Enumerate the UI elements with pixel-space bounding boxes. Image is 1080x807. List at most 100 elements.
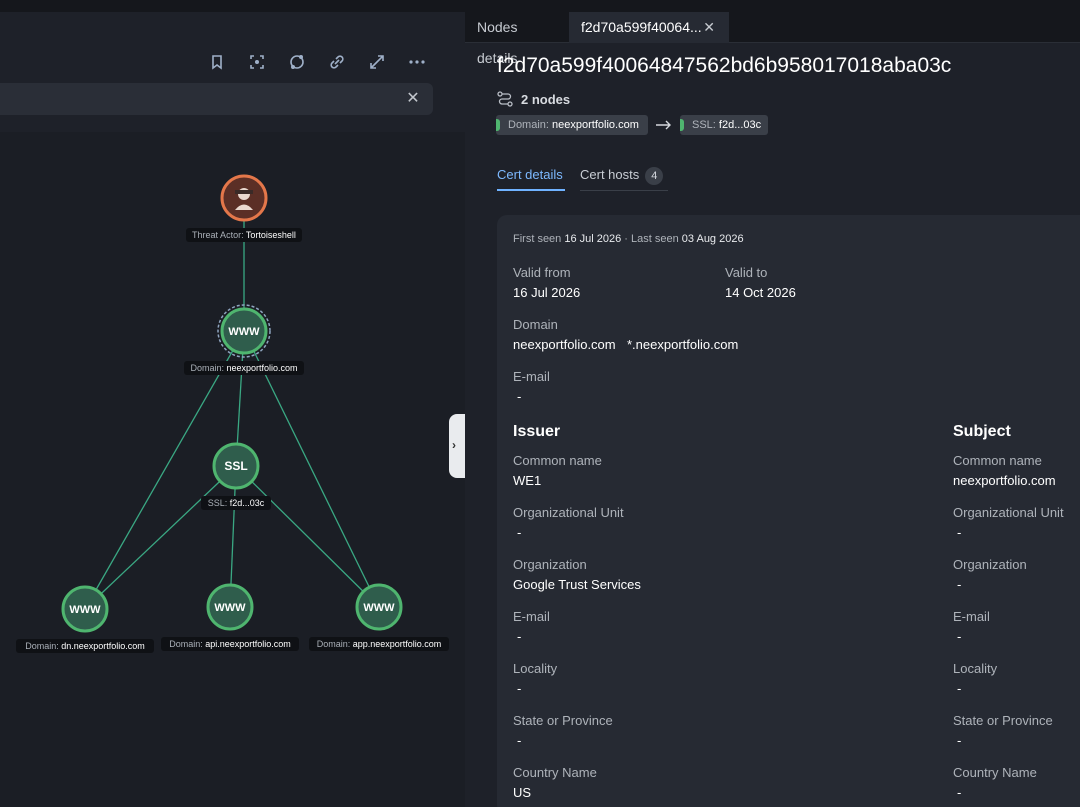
issuer-country-label: Country Name: [513, 765, 597, 780]
email-value: -: [517, 389, 522, 404]
tab-cert-hosts[interactable]: Cert hosts 4: [580, 165, 668, 191]
node-chip-ssl[interactable]: SSL: f2d...03c: [680, 115, 768, 135]
chip-value: f2d...03c: [718, 119, 762, 131]
tab-active-cert[interactable]: f2d70a599f40064... ✕: [569, 12, 729, 43]
issuer-country-value: US: [513, 785, 532, 800]
domain-label: Domain: [513, 317, 558, 332]
subject-email-label: E-mail: [953, 609, 990, 624]
node-label-value: f2d...03c: [230, 498, 265, 508]
first-seen-label: First seen: [513, 233, 562, 245]
cert-details-card: First seen 16 Jul 2026 · Last seen 03 Au…: [497, 215, 1080, 807]
tab-cert-hosts-label: Cert hosts: [580, 167, 640, 182]
graph-topbar: [0, 0, 465, 12]
valid-from-value: 16 Jul 2026: [513, 285, 581, 300]
node-label-type: Domain:: [25, 641, 61, 651]
node-label-type: Threat Actor:: [192, 230, 246, 240]
node-chip-domain[interactable]: Domain: neexportfolio.com: [496, 115, 648, 135]
issuer-email-label: E-mail: [513, 609, 550, 624]
actor-hat: [235, 190, 253, 194]
seen-dates: First seen 16 Jul 2026 · Last seen 03 Au…: [513, 233, 744, 245]
graph-search-input[interactable]: ✕: [0, 83, 433, 115]
bookmark-icon[interactable]: [207, 52, 227, 72]
node-label-value: Tortoiseshell: [246, 230, 296, 240]
graph-edge: [84, 465, 237, 610]
tab-nodes-details[interactable]: Nodes details: [465, 12, 569, 66]
node-icon-text: WWW: [363, 602, 395, 614]
graph-node-d2[interactable]: WWW Domain: api.neexportfolio.com: [161, 583, 299, 651]
node-label: Domain: dn.neexportfolio.com: [25, 641, 145, 651]
subject-country-label: Country Name: [953, 765, 1037, 780]
issuer-org-label: Organization: [513, 557, 587, 572]
email-label: E-mail: [513, 369, 550, 384]
page-title: f2d70a599f40064847562bd6b958017018aba03c: [497, 54, 952, 77]
edges-layer: [84, 198, 380, 610]
nodes-count-label: 2 nodes: [521, 91, 571, 107]
issuer-state-value: -: [517, 733, 522, 748]
node-label: Domain: app.neexportfolio.com: [317, 639, 442, 649]
graph-edge: [235, 465, 380, 608]
subject-country-value: -: [957, 785, 962, 800]
nodes-count: 2 nodes: [497, 90, 570, 108]
last-seen-value: 03 Aug 2026: [681, 233, 744, 245]
valid-to-label: Valid to: [725, 265, 768, 280]
details-panel: Nodes details f2d70a599f40064... ✕ f2d70…: [465, 0, 1080, 807]
expand-icon[interactable]: [367, 52, 387, 72]
issuer-ou-label: Organizational Unit: [513, 505, 624, 520]
node-label-type: Domain:: [317, 639, 353, 649]
subject-email-value: -: [957, 629, 962, 644]
layout-icon[interactable]: [287, 52, 307, 72]
arrow-right-icon: [656, 120, 671, 130]
graph-toolbar: ✕: [0, 12, 465, 132]
issuer-ou-value: -: [517, 525, 522, 540]
node-label-value: neexportfolio.com: [226, 363, 297, 373]
close-icon[interactable]: ✕: [703, 12, 715, 43]
count-badge: 4: [645, 167, 664, 185]
chevron-right-icon: ›: [452, 438, 456, 452]
domain-value-wildcard: *.neexportfolio.com: [627, 337, 739, 352]
issuer-locality-label: Locality: [513, 661, 558, 676]
last-seen-label: Last seen: [631, 233, 679, 245]
graph-node-ssl[interactable]: SSL SSL: f2d...03c: [201, 442, 271, 510]
separator: ·: [621, 233, 632, 245]
graph-node-d0[interactable]: WWW Domain: neexportfolio.com: [184, 304, 304, 375]
node-label-value: api.neexportfolio.com: [205, 639, 291, 649]
node-label-value: dn.neexportfolio.com: [61, 641, 145, 651]
node-icon-text: WWW: [214, 602, 246, 614]
subject-ou-label: Organizational Unit: [953, 505, 1064, 520]
graph-node-d1[interactable]: WWW Domain: dn.neexportfolio.com: [16, 585, 154, 653]
valid-from-label: Valid from: [513, 265, 571, 280]
graph-canvas[interactable]: Threat Actor: Tortoiseshell WWW Domain: ne…: [0, 132, 465, 807]
graph-node-actor[interactable]: Threat Actor: Tortoiseshell: [186, 174, 302, 242]
issuer-cn-label: Common name: [513, 453, 602, 468]
chip-value: neexportfolio.com: [552, 119, 639, 131]
domain-value: neexportfolio.com: [513, 337, 616, 352]
chip-key: SSL:: [692, 119, 716, 131]
graph-panel: ✕ Threat Actor: Tortoiseshell WWW Domain: …: [0, 0, 465, 807]
tab-active-label: f2d70a599f40064...: [581, 19, 702, 35]
issuer-org-value: Google Trust Services: [513, 577, 641, 592]
collapse-panel-button[interactable]: ›: [449, 414, 465, 478]
subject-locality-label: Locality: [953, 661, 998, 676]
subject-ou-value: -: [957, 525, 962, 540]
graph-node-d3[interactable]: WWW Domain: app.neexportfolio.com: [309, 583, 449, 651]
subject-cn-value: neexportfolio.com: [953, 473, 1056, 488]
more-icon[interactable]: [407, 52, 427, 72]
subject-state-label: State or Province: [953, 713, 1053, 728]
subject-state-value: -: [957, 733, 962, 748]
link-icon[interactable]: [327, 52, 347, 72]
close-icon[interactable]: ✕: [405, 91, 421, 107]
node-label: Domain: api.neexportfolio.com: [169, 639, 291, 649]
subject-heading: Subject: [953, 423, 1011, 440]
focus-icon[interactable]: [247, 52, 267, 72]
node-label-type: Domain:: [190, 363, 226, 373]
issuer-state-label: State or Province: [513, 713, 613, 728]
issuer-cn-value: WE1: [513, 473, 542, 488]
subject-org-value: -: [957, 577, 962, 592]
tab-cert-details[interactable]: Cert details: [497, 165, 565, 191]
issuer-email-value: -: [517, 629, 522, 644]
node-icon-text: WWW: [228, 326, 260, 338]
node-icon-text: WWW: [69, 604, 101, 616]
first-seen-value: 16 Jul 2026: [564, 233, 622, 245]
chip-key: Domain:: [508, 119, 549, 131]
subject-org-label: Organization: [953, 557, 1027, 572]
